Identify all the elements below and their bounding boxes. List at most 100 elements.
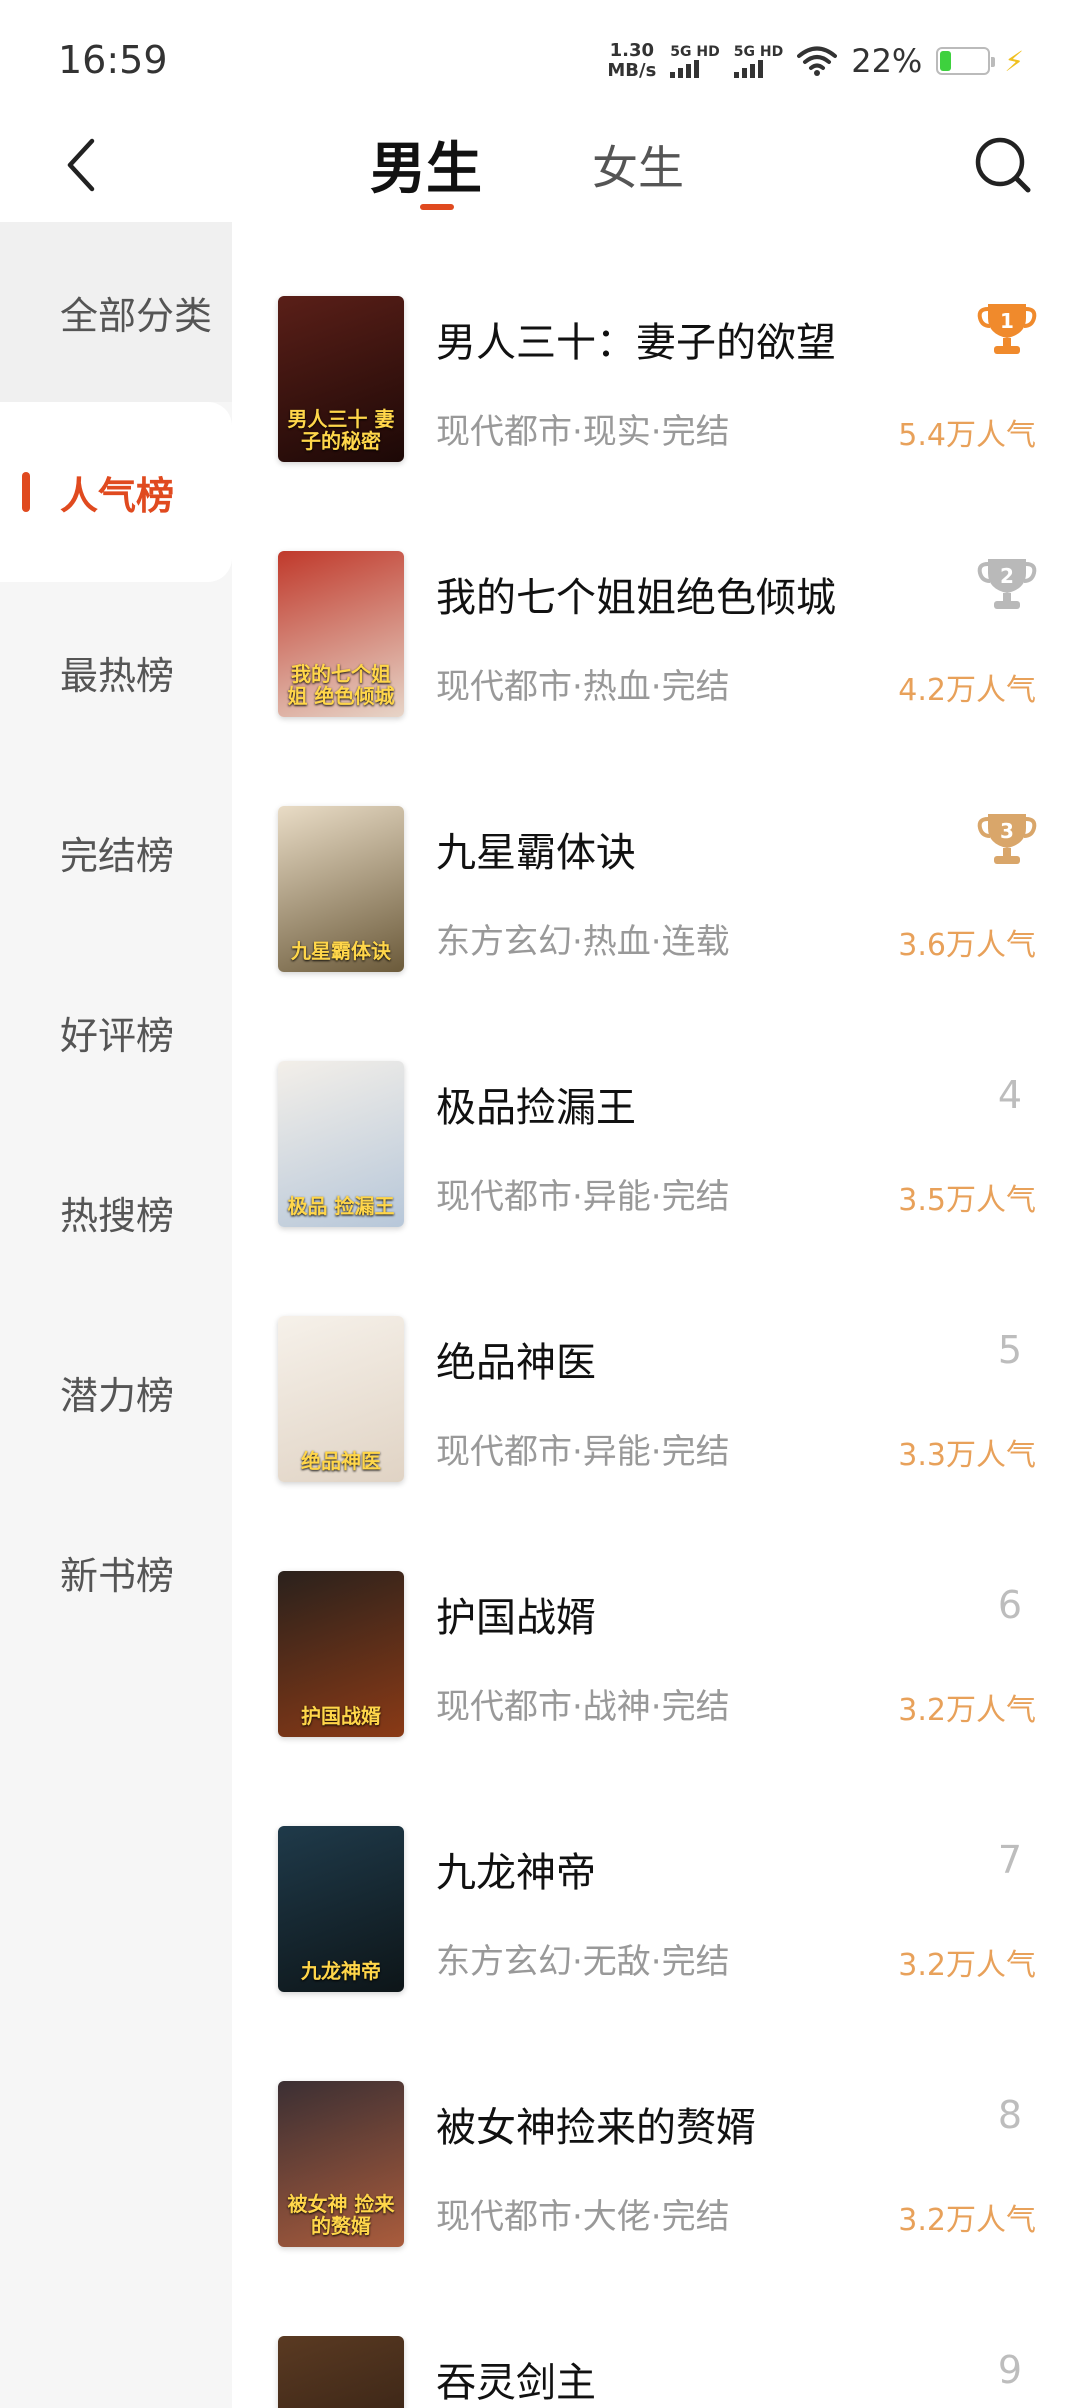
book-cover[interactable]: 九龙神帝 — [278, 1826, 404, 1992]
popularity-count: 3.6万人气 — [898, 928, 1036, 963]
cover-text: 护国战婿 — [301, 1704, 381, 1728]
top-header: 男生 女生 — [0, 110, 1080, 220]
network-speed-unit: MB/s — [607, 60, 657, 81]
book-meta: 现代都市·大佬·完结 — [436, 2197, 730, 2237]
chevron-left-icon — [67, 138, 95, 192]
sidebar-item-label: 全部分类 — [60, 293, 213, 338]
tab-female[interactable]: 女生 — [592, 132, 684, 198]
list-item[interactable]: 绝品神医 绝品神医 现代都市·异能·完结 5 3.3万人气 — [232, 1316, 1080, 1571]
popularity-count: 3.3万人气 — [898, 1438, 1036, 1473]
svg-text:1: 1 — [1000, 309, 1014, 333]
bronze-trophy-icon: 3 — [977, 814, 1037, 864]
sidebar-item-label: 潜力榜 — [60, 1373, 175, 1418]
rank-number: 6 — [997, 1583, 1022, 1627]
sim2-label: 5G HD — [733, 44, 784, 60]
status-indicators: 1.30 MB/s 5G HD 5G HD 22% ⚡ — [607, 36, 1024, 86]
sidebar-item-label: 新书榜 — [60, 1553, 175, 1598]
book-cover[interactable]: 极品 捡漏王 — [278, 1061, 404, 1227]
book-meta: 东方玄幻·无敌·完结 — [436, 1942, 730, 1982]
popularity-count: 3.2万人气 — [898, 2203, 1036, 2238]
book-title: 被女神捡来的赘婿 — [436, 2105, 756, 2151]
battery-percent: 22% — [851, 42, 923, 80]
book-cover[interactable]: 护国战婿 — [278, 1571, 404, 1737]
book-title: 护国战婿 — [436, 1595, 596, 1641]
book-cover[interactable]: 我的七个姐姐 绝色倾城 — [278, 551, 404, 717]
list-item[interactable]: 吞灵剑主 9 — [232, 2336, 1080, 2408]
list-item[interactable]: 我的七个姐姐 绝色倾城 我的七个姐姐绝色倾城 现代都市·热血·完结 2 4.2万… — [232, 551, 1080, 806]
category-sidebar: 全部分类 人气榜 最热榜 完结榜 好评榜 热搜榜 潜力榜 新书榜 — [0, 222, 232, 2408]
rank-number: 5 — [997, 1328, 1022, 1372]
sidebar-item-popularity[interactable]: 人气榜 — [0, 402, 232, 582]
status-bar: 16:59 1.30 MB/s 5G HD 5G HD 22% ⚡ — [0, 0, 1080, 110]
cover-text: 被女神 捡来的赘婿 — [287, 2192, 395, 2238]
book-title: 绝品神医 — [436, 1340, 596, 1386]
book-meta: 东方玄幻·热血·连载 — [436, 922, 730, 962]
book-title: 我的七个姐姐绝色倾城 — [436, 575, 836, 621]
book-meta: 现代都市·异能·完结 — [436, 1432, 730, 1472]
sidebar-item-hottest[interactable]: 最热榜 — [0, 582, 232, 762]
popularity-count: 3.5万人气 — [898, 1183, 1036, 1218]
sidebar-item-new-books[interactable]: 新书榜 — [0, 1482, 232, 1662]
active-indicator — [22, 472, 30, 512]
book-meta: 现代都市·现实·完结 — [436, 412, 730, 452]
sidebar-item-potential[interactable]: 潜力榜 — [0, 1302, 232, 1482]
cover-text: 极品 捡漏王 — [287, 1194, 395, 1218]
sim1-signal-icon: 5G HD — [670, 44, 720, 78]
sidebar-item-all-categories[interactable]: 全部分类 — [0, 222, 232, 402]
popularity-count: 3.2万人气 — [898, 1693, 1036, 1728]
book-cover[interactable] — [278, 2336, 404, 2408]
popularity-count: 4.2万人气 — [898, 673, 1036, 708]
rank-number: 7 — [997, 1838, 1022, 1882]
book-meta: 现代都市·战神·完结 — [436, 1687, 730, 1727]
sim2-signal-icon: 5G HD — [733, 44, 784, 78]
charging-icon: ⚡ — [1004, 44, 1024, 78]
silver-trophy-icon: 2 — [977, 559, 1037, 609]
book-cover[interactable]: 男人三十 妻子的秘密 — [278, 296, 404, 462]
active-tab-indicator — [420, 204, 454, 210]
sidebar-item-top-rated[interactable]: 好评榜 — [0, 942, 232, 1122]
rank-number: 8 — [997, 2093, 1022, 2137]
cover-text: 九星霸体诀 — [291, 939, 391, 963]
book-title: 吞灵剑主 — [436, 2360, 596, 2406]
popularity-count: 3.2万人气 — [898, 1948, 1036, 1983]
search-button[interactable] — [970, 132, 1036, 198]
back-button[interactable] — [50, 130, 110, 200]
book-title: 九星霸体诀 — [436, 830, 636, 876]
book-cover[interactable]: 被女神 捡来的赘婿 — [278, 2081, 404, 2247]
sim1-label: 5G HD — [670, 44, 720, 60]
book-title: 男人三十：妻子的欲望 — [436, 320, 836, 366]
sidebar-item-completed[interactable]: 完结榜 — [0, 762, 232, 942]
list-item[interactable]: 九星霸体诀 九星霸体诀 东方玄幻·热血·连载 3 3.6万人气 — [232, 806, 1080, 1061]
rank-number: 4 — [997, 1073, 1022, 1117]
gold-trophy-icon: 1 — [977, 304, 1037, 354]
rank-number: 9 — [997, 2348, 1022, 2392]
popularity-count: 5.4万人气 — [898, 418, 1036, 453]
cover-text: 绝品神医 — [301, 1449, 381, 1473]
sidebar-item-label: 最热榜 — [60, 653, 175, 698]
sidebar-item-label: 完结榜 — [60, 833, 175, 878]
book-meta: 现代都市·热血·完结 — [436, 667, 730, 707]
network-speed-value: 1.30 — [609, 40, 655, 61]
book-title: 九龙神帝 — [436, 1850, 596, 1896]
tab-male[interactable]: 男生 — [370, 124, 482, 205]
list-item[interactable]: 男人三十 妻子的秘密 男人三十：妻子的欲望 现代都市·现实·完结 1 5.4万人… — [232, 296, 1080, 551]
sidebar-item-label: 热搜榜 — [60, 1193, 175, 1238]
list-item[interactable]: 护国战婿 护国战婿 现代都市·战神·完结 6 3.2万人气 — [232, 1571, 1080, 1826]
svg-text:3: 3 — [1000, 819, 1014, 843]
cover-text: 九龙神帝 — [301, 1959, 381, 1983]
cover-text: 我的七个姐姐 绝色倾城 — [287, 662, 395, 708]
network-speed: 1.30 MB/s — [607, 41, 656, 81]
cover-text: 男人三十 妻子的秘密 — [287, 407, 395, 453]
sidebar-item-label: 好评榜 — [60, 1013, 175, 1058]
svg-text:2: 2 — [1000, 564, 1014, 588]
sidebar-item-label: 人气榜 — [60, 472, 175, 518]
list-item[interactable]: 极品 捡漏王 极品捡漏王 现代都市·异能·完结 4 3.5万人气 — [232, 1061, 1080, 1316]
battery-icon — [936, 47, 996, 75]
wifi-icon — [797, 46, 838, 76]
book-cover[interactable]: 绝品神医 — [278, 1316, 404, 1482]
list-item[interactable]: 九龙神帝 九龙神帝 东方玄幻·无敌·完结 7 3.2万人气 — [232, 1826, 1080, 2081]
search-icon — [975, 137, 1031, 193]
book-cover[interactable]: 九星霸体诀 — [278, 806, 404, 972]
sidebar-item-hot-search[interactable]: 热搜榜 — [0, 1122, 232, 1302]
list-item[interactable]: 被女神 捡来的赘婿 被女神捡来的赘婿 现代都市·大佬·完结 8 3.2万人气 — [232, 2081, 1080, 2336]
